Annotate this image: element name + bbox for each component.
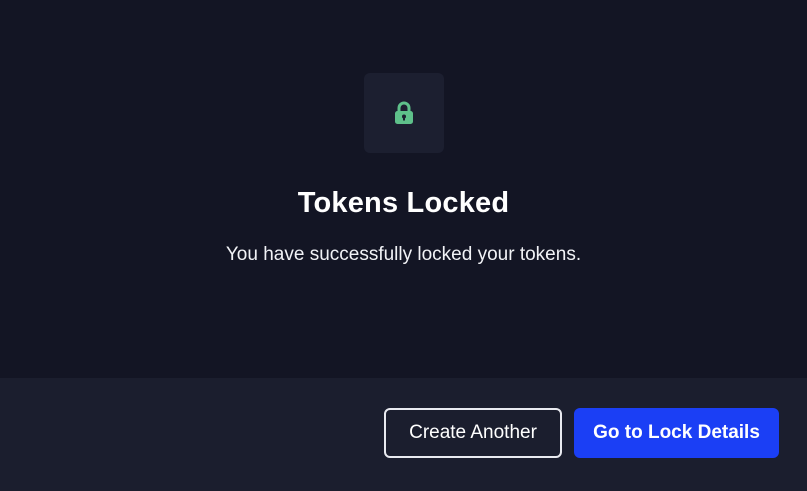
dialog-body: Tokens Locked You have successfully lock… — [0, 0, 807, 378]
lock-icon — [393, 101, 415, 125]
dialog-message: You have successfully locked your tokens… — [225, 244, 582, 265]
dialog-footer: Create Another Go to Lock Details — [0, 378, 807, 491]
create-another-button[interactable]: Create Another — [384, 408, 562, 458]
dialog-title: Tokens Locked — [297, 187, 510, 219]
lock-icon-container — [363, 73, 444, 153]
go-to-lock-details-button[interactable]: Go to Lock Details — [574, 408, 779, 458]
success-dialog: Tokens Locked You have successfully lock… — [0, 0, 807, 491]
